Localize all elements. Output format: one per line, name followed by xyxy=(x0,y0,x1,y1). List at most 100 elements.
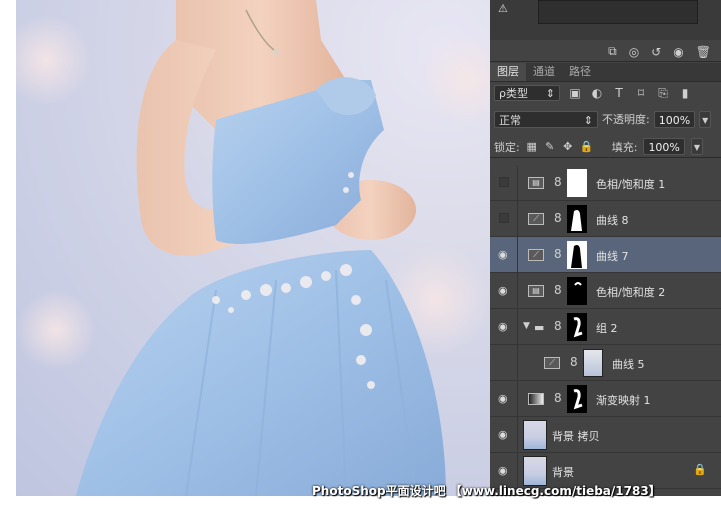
layer-group-row[interactable]: ◉ ▼ ▬ 8 组 2 xyxy=(490,309,721,345)
layer-name: 组 2 xyxy=(596,322,618,335)
layer-name: 渐变映射 1 xyxy=(596,394,651,407)
folder-icon: ▬ xyxy=(534,321,545,334)
layer-mask-thumbnail[interactable] xyxy=(567,313,587,341)
lock-transparency-icon[interactable]: ▦ xyxy=(526,140,538,153)
gradient-mask-shape xyxy=(573,389,583,410)
photo-canvas[interactable] xyxy=(16,0,490,496)
layer-name: 曲线 5 xyxy=(612,358,645,371)
watermark-text: PhotoShop平面设计吧 【www.linecg.com/tieba/178… xyxy=(312,484,661,498)
blend-mode-value: 正常 xyxy=(499,113,521,127)
curves-icon: ⟋ xyxy=(528,213,544,225)
fill-input[interactable]: 100% xyxy=(643,138,685,155)
layer-name: 曲线 7 xyxy=(596,250,629,263)
layer-mask-thumbnail[interactable] xyxy=(567,169,587,197)
visibility-cell[interactable] xyxy=(490,345,518,381)
lock-all-icon[interactable]: 🔒 xyxy=(580,140,594,153)
smart-object-filter-icon[interactable]: ⎘ xyxy=(656,86,670,101)
image-filter-icon[interactable]: ▣ xyxy=(568,86,582,100)
curves-preview: ⚠ xyxy=(490,0,721,40)
eye-icon[interactable]: ◉ xyxy=(498,285,508,296)
tab-channels[interactable]: 通道 xyxy=(526,63,562,81)
visibility-cell[interactable]: ◉ xyxy=(490,237,518,273)
lock-pixels-icon[interactable]: ✎ xyxy=(544,140,556,153)
curves-icon: ⟋ xyxy=(544,357,560,369)
histogram-graph xyxy=(538,0,698,24)
fill-label: 填充: xyxy=(611,140,638,154)
filter-type-select[interactable]: ρ类型 ⇕ xyxy=(494,85,560,101)
layer-name: 曲线 8 xyxy=(596,214,629,227)
link-icon[interactable]: 8 xyxy=(554,175,562,189)
layer-thumbnail[interactable] xyxy=(523,420,547,450)
warning-icon: ⚠ xyxy=(498,2,508,15)
eye-icon[interactable]: ◉ xyxy=(498,429,508,440)
group-mask-shape xyxy=(573,317,583,338)
hidden-eye-icon[interactable] xyxy=(499,177,509,187)
layer-row[interactable]: ⟋ 8 曲线 8 xyxy=(490,201,721,237)
eye-icon[interactable]: ◉ xyxy=(498,321,508,332)
type-filter-icon[interactable]: T xyxy=(612,86,626,100)
blend-mode-select[interactable]: 正常 ⇕ xyxy=(494,110,598,128)
shape-filter-icon[interactable]: ⌑ xyxy=(634,86,648,100)
panel-tabs: 图层 通道 路径 xyxy=(490,63,721,82)
layer-row[interactable]: ◉ 背景 拷贝 xyxy=(490,417,721,453)
layer-mask-thumbnail[interactable] xyxy=(567,241,587,269)
layer-mask-thumbnail[interactable] xyxy=(583,349,603,377)
expand-triangle-icon[interactable]: ▼ xyxy=(523,321,530,331)
visibility-cell[interactable]: ◉ xyxy=(490,309,518,345)
lock-position-icon[interactable]: ✥ xyxy=(562,140,574,153)
filter-toggle-icon[interactable]: ▮ xyxy=(678,86,692,100)
link-icon[interactable]: 8 xyxy=(554,283,562,297)
tab-layers[interactable]: 图层 xyxy=(490,63,526,81)
layer-filter-row: ρ类型 ⇕ ▣ ◐ T ⌑ ⎘ ▮ xyxy=(490,82,721,104)
small-mask-shape xyxy=(574,282,582,286)
clip-to-layer-icon[interactable]: ⧉ xyxy=(608,44,617,59)
visibility-cell[interactable]: ◉ xyxy=(490,381,518,417)
layer-row[interactable]: ◉ ▤ 8 色相/饱和度 2 xyxy=(490,273,721,309)
link-icon[interactable]: 8 xyxy=(554,247,562,261)
silhouette-mask xyxy=(571,210,582,231)
visibility-cell[interactable] xyxy=(490,165,518,201)
layer-row-selected[interactable]: ◉ ⟋ 8 曲线 7 xyxy=(490,237,721,273)
layer-name: 背景 拷贝 xyxy=(552,430,600,443)
layer-name: 色相/饱和度 2 xyxy=(596,286,666,299)
eye-icon[interactable]: ◉ xyxy=(498,393,508,404)
trash-icon[interactable]: 🗑 xyxy=(696,45,711,59)
opacity-input[interactable]: 100% xyxy=(653,110,696,128)
layer-lock-icon: 🔒 xyxy=(693,463,707,476)
layer-name: 色相/饱和度 1 xyxy=(596,178,666,191)
layers-panel: ⚠ ⧉ ◎ ↺ ◉ 🗑 图层 通道 路径 ρ类型 ⇕ ▣ ◐ T ⌑ ⎘ ▮ 正… xyxy=(490,0,721,496)
silhouette-mask xyxy=(571,245,582,268)
layer-name: 背景 xyxy=(552,466,574,479)
reset-icon[interactable]: ↺ xyxy=(651,45,661,59)
visibility-cell[interactable] xyxy=(490,201,518,237)
lock-row: 锁定: ▦ ✎ ✥ 🔒 填充: 100% ▼ xyxy=(490,136,721,158)
link-icon[interactable]: 8 xyxy=(554,211,562,225)
hidden-eye-icon[interactable] xyxy=(499,213,509,223)
lock-label: 锁定: xyxy=(494,140,520,154)
eye-icon[interactable]: ◉ xyxy=(498,249,508,260)
layer-mask-thumbnail[interactable] xyxy=(567,277,587,305)
blend-row: 正常 ⇕ 不透明度: 100% ▼ xyxy=(490,108,721,130)
tab-paths[interactable]: 路径 xyxy=(562,63,598,81)
visibility-cell[interactable]: ◉ xyxy=(490,417,518,453)
layer-mask-thumbnail[interactable] xyxy=(567,385,587,413)
layer-row[interactable]: ◉ 8 渐变映射 1 xyxy=(490,381,721,417)
hue-saturation-icon: ▤ xyxy=(528,285,544,297)
layer-row[interactable]: ⟋ 8 曲线 5 xyxy=(490,345,721,381)
layer-row[interactable]: ▤ 8 色相/饱和度 1 xyxy=(490,165,721,201)
visibility-toggle-icon[interactable]: ◉ xyxy=(673,45,683,59)
eye-icon[interactable]: ◉ xyxy=(498,465,508,476)
chevron-updown-icon: ⇕ xyxy=(583,113,593,127)
link-icon[interactable]: 8 xyxy=(570,355,578,369)
visibility-cell[interactable]: ◉ xyxy=(490,273,518,309)
fill-dropdown-icon[interactable]: ▼ xyxy=(690,138,703,155)
link-icon[interactable]: 8 xyxy=(554,391,562,405)
adjustment-filter-icon[interactable]: ◐ xyxy=(590,86,604,100)
opacity-dropdown-icon[interactable]: ▼ xyxy=(699,110,712,128)
link-icon[interactable]: 8 xyxy=(554,319,562,333)
adjustment-toolbar: ⧉ ◎ ↺ ◉ 🗑 xyxy=(490,42,721,62)
layer-mask-thumbnail[interactable] xyxy=(567,205,587,233)
view-previous-icon[interactable]: ◎ xyxy=(629,45,639,59)
hue-saturation-icon: ▤ xyxy=(528,177,544,189)
opacity-label: 不透明度: xyxy=(602,113,650,126)
